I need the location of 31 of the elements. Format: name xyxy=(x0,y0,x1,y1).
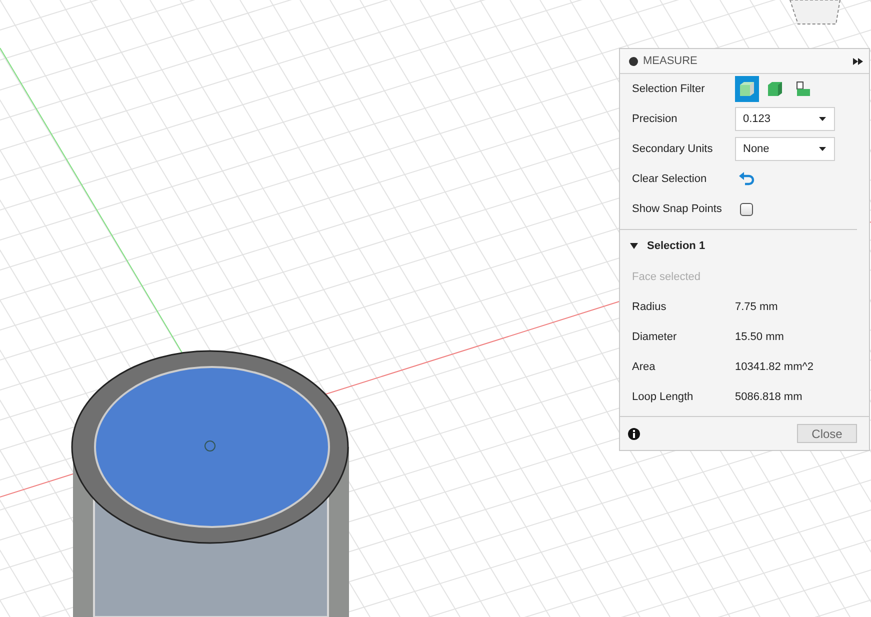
dropdown[interactable]: None xyxy=(735,137,835,161)
dropdown[interactable]: 0.123 xyxy=(735,107,835,131)
property-value: 15.50 mm xyxy=(735,331,785,343)
cube-icon xyxy=(766,80,784,98)
caret-icon xyxy=(819,147,826,151)
expand-icon[interactable] xyxy=(853,58,863,64)
property-label: Area xyxy=(632,361,656,373)
property-label: Radius xyxy=(632,301,668,313)
setting-label: Secondary Units xyxy=(632,143,714,155)
setting-label: Show Snap Points xyxy=(632,203,723,215)
info-icon[interactable] xyxy=(628,428,640,440)
setting-label: Clear Selection xyxy=(632,173,708,185)
property-value: 7.75 mm xyxy=(735,301,779,313)
property-label: Loop Length xyxy=(632,391,694,403)
view-cube-drawing xyxy=(789,0,841,24)
blocks-icon xyxy=(794,80,812,98)
property-value: 10341.82 mm^2 xyxy=(735,361,815,373)
panel-title: MEASURE xyxy=(643,55,698,67)
caret-icon xyxy=(819,117,826,121)
property-label: Diameter xyxy=(632,331,678,343)
body-filter-button[interactable] xyxy=(735,76,759,102)
property-value: 5086.818 mm xyxy=(735,391,804,403)
setting-label: Selection Filter xyxy=(632,83,706,95)
checkbox[interactable] xyxy=(740,202,753,216)
selection-header[interactable]: Selection 1 xyxy=(620,230,869,262)
close-button[interactable]: Close xyxy=(797,424,857,443)
selection-status: Face selected xyxy=(632,271,700,283)
setting-label: Precision xyxy=(632,113,678,125)
collapse-icon[interactable] xyxy=(629,56,638,66)
undo-icon[interactable] xyxy=(739,172,755,186)
cube-icon xyxy=(738,80,756,98)
